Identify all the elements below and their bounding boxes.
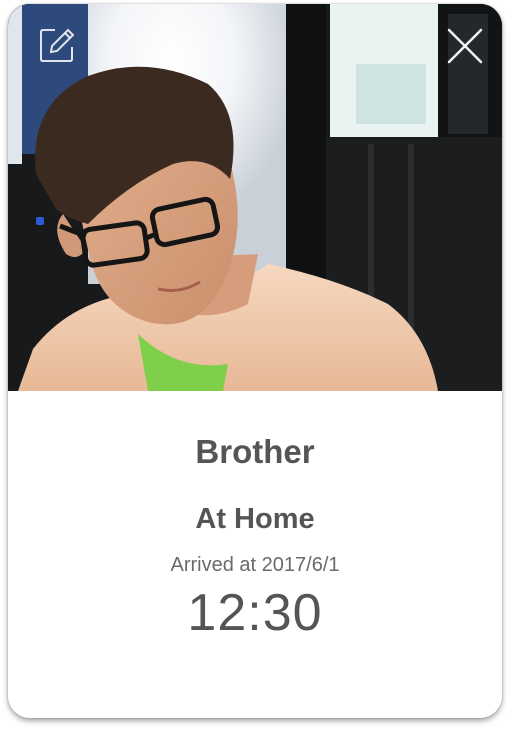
arrival-time: 12:30 — [187, 584, 323, 642]
location-status: At Home — [195, 503, 315, 535]
arrival-date: Arrived at 2017/6/1 — [170, 554, 340, 576]
contact-info-panel: Brother At Home Arrived at 2017/6/1 12:3… — [8, 391, 502, 718]
close-x-icon — [447, 28, 483, 64]
contact-card: Brother At Home Arrived at 2017/6/1 12:3… — [8, 4, 502, 718]
pencil-edit-icon — [40, 28, 75, 62]
contact-photo — [8, 4, 502, 391]
contact-name: Brother — [195, 433, 315, 470]
close-button[interactable] — [445, 26, 485, 66]
edit-button[interactable] — [38, 26, 76, 64]
